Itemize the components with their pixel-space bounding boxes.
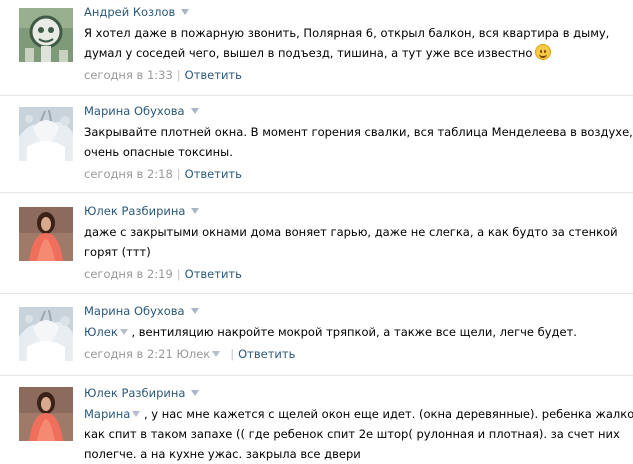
chevron-down-icon[interactable] (181, 8, 190, 15)
reply-link[interactable]: Ответить (185, 167, 242, 181)
comment-text: Закрывайте плотней окна. В момент горени… (84, 122, 633, 162)
comment-line: Я хотел даже в пожарную звонить, Полярна… (84, 26, 610, 40)
comments-list: Андрей Козлов Я хотел даже в пожарную зв… (0, 0, 633, 462)
reply-to-name[interactable]: Юлек (176, 347, 210, 361)
comment-meta: сегодня в 1:33 | Ответить (84, 67, 627, 84)
comment: Андрей Козлов Я хотел даже в пожарную зв… (0, 0, 633, 96)
comment-text: Я хотел даже в пожарную звонить, Полярна… (84, 23, 627, 63)
comment: Марина Обухова Юлек , вентиляцию накройт… (0, 297, 633, 376)
chevron-down-icon[interactable] (119, 328, 128, 335)
comment-line: Марина , у нас мне кажется с щелей окон … (84, 404, 633, 424)
meta-separator: | (230, 347, 235, 361)
author-name[interactable]: Марина Обухова (84, 104, 185, 118)
timestamp[interactable]: сегодня в 2:18 (84, 167, 173, 181)
avatar[interactable] (19, 8, 73, 62)
comment-line: как спит в таком запахе (( где ребенок с… (84, 427, 620, 441)
reply-link[interactable]: Ответить (185, 68, 242, 82)
chevron-down-icon[interactable] (132, 410, 141, 417)
meta-separator: | (176, 267, 181, 281)
mention-link[interactable]: Марина (84, 407, 130, 421)
author-name[interactable]: Марина Обухова (84, 304, 185, 318)
comment: Юлек Разбирина даже с закрытыми окнами д… (0, 197, 633, 294)
author-name[interactable]: Андрей Козлов (84, 5, 175, 19)
comment-meta: сегодня в 2:18 | Ответить (84, 166, 627, 183)
comment-text: даже с закрытыми окнами дома воняет гарь… (84, 222, 627, 262)
comment: Марина Обухова Закрывайте плотней окна. … (0, 97, 633, 193)
chevron-down-icon[interactable] (212, 350, 221, 357)
reply-link[interactable]: Ответить (185, 267, 242, 281)
chevron-down-icon[interactable] (190, 107, 199, 114)
comment: Юлек Разбирина Марина , у нас мне кажетс… (0, 380, 633, 462)
author-name[interactable]: Юлек Разбирина (84, 204, 185, 218)
comment-line-text: , у нас мне кажется с щелей окон еще иде… (143, 407, 633, 421)
comment-line: думал у соседей чего, вышел в подъезд, т… (84, 43, 627, 63)
smile-emoji-icon (535, 44, 552, 60)
comment-line: очень опасные токсины. (84, 145, 233, 159)
chevron-down-icon[interactable] (191, 207, 200, 214)
avatar[interactable] (19, 307, 73, 361)
timestamp[interactable]: сегодня в 1:33 (84, 68, 173, 82)
reply-link[interactable]: Ответить (238, 347, 295, 361)
comment-line-text: думал у соседей чего, вышел в подъезд, т… (84, 46, 533, 60)
avatar[interactable] (19, 107, 73, 161)
author-name[interactable]: Юлек Разбирина (84, 386, 185, 400)
chevron-down-icon[interactable] (190, 307, 199, 314)
avatar[interactable] (19, 207, 73, 261)
comment-line: полегче. а на кухне ужас. закрыла все дв… (84, 447, 361, 461)
comment-line-text: , вентиляцию накройте мокрой тряпкой, а … (131, 325, 577, 339)
comment-text: Юлек , вентиляцию накройте мокрой тряпко… (84, 322, 627, 342)
comment-line: Юлек , вентиляцию накройте мокрой тряпко… (84, 322, 627, 342)
meta-separator: | (176, 68, 181, 82)
comment-line: горят (ттт) (84, 245, 151, 259)
comment-meta: сегодня в 2:21 Юлек | Ответить (84, 346, 627, 363)
comment-line: Закрывайте плотней окна. В момент горени… (84, 125, 633, 139)
mention-link[interactable]: Юлек (84, 325, 118, 339)
chevron-down-icon[interactable] (191, 389, 200, 396)
timestamp[interactable]: сегодня в 2:21 (84, 347, 173, 361)
comment-line: даже с закрытыми окнами дома воняет гарь… (84, 225, 618, 239)
timestamp[interactable]: сегодня в 2:19 (84, 267, 173, 281)
comment-meta: сегодня в 2:19 | Ответить (84, 266, 627, 283)
avatar[interactable] (19, 387, 73, 441)
comment-text: Марина , у нас мне кажется с щелей окон … (84, 404, 633, 464)
meta-separator: | (176, 167, 181, 181)
